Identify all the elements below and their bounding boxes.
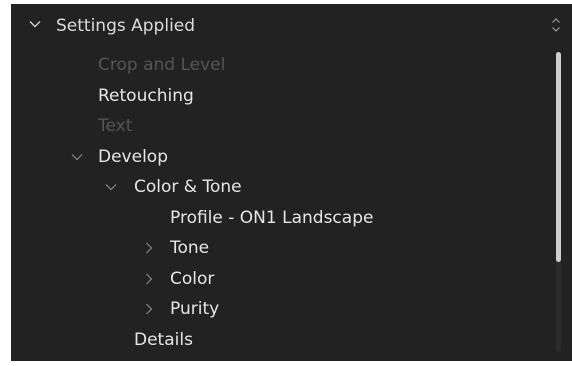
tree-item-purity[interactable]: Purity xyxy=(11,294,541,324)
tree-item-label: Details xyxy=(134,330,193,350)
tree-item-tone[interactable]: Tone xyxy=(11,233,541,263)
tree-item-details[interactable]: Details xyxy=(11,325,541,355)
section-title: Settings Applied xyxy=(56,16,196,36)
tree-item-text[interactable]: Text xyxy=(11,111,541,141)
tree-item-label: Purity xyxy=(170,299,220,319)
chevron-right-icon[interactable] xyxy=(143,303,155,315)
tree-item-profile[interactable]: Profile - ON1 Landscape xyxy=(11,203,541,233)
tree-item-label: Retouching xyxy=(98,86,194,106)
chevron-down-icon[interactable] xyxy=(29,18,41,30)
settings-applied-panel: Settings Applied Crop and Level Retouchi… xyxy=(11,4,572,361)
tree-item-color-and-tone[interactable]: Color & Tone xyxy=(11,172,541,202)
chevron-right-icon[interactable] xyxy=(143,242,155,254)
tree-item-label: Develop xyxy=(98,147,168,167)
scrollbar-thumb[interactable] xyxy=(556,52,561,262)
chevron-right-icon[interactable] xyxy=(143,273,155,285)
tree-item-label: Color xyxy=(170,269,215,289)
tree-item-retouching[interactable]: Retouching xyxy=(11,81,541,111)
tree-item-develop[interactable]: Develop xyxy=(11,142,541,172)
tree-item-label: Tone xyxy=(170,238,210,258)
tree-item-crop-and-level[interactable]: Crop and Level xyxy=(11,50,541,80)
tree-item-label: Color & Tone xyxy=(134,177,242,197)
sort-up-down-icon[interactable] xyxy=(551,17,561,33)
tree-item-label: Text xyxy=(98,116,133,136)
tree-item-label: Crop and Level xyxy=(98,55,226,75)
vertical-scrollbar[interactable] xyxy=(554,50,562,353)
tree-item-color[interactable]: Color xyxy=(11,264,541,294)
chevron-down-icon[interactable] xyxy=(71,151,83,163)
chevron-down-icon[interactable] xyxy=(105,181,117,193)
settings-applied-header[interactable]: Settings Applied xyxy=(11,4,572,48)
tree-item-label: Profile - ON1 Landscape xyxy=(170,208,374,228)
